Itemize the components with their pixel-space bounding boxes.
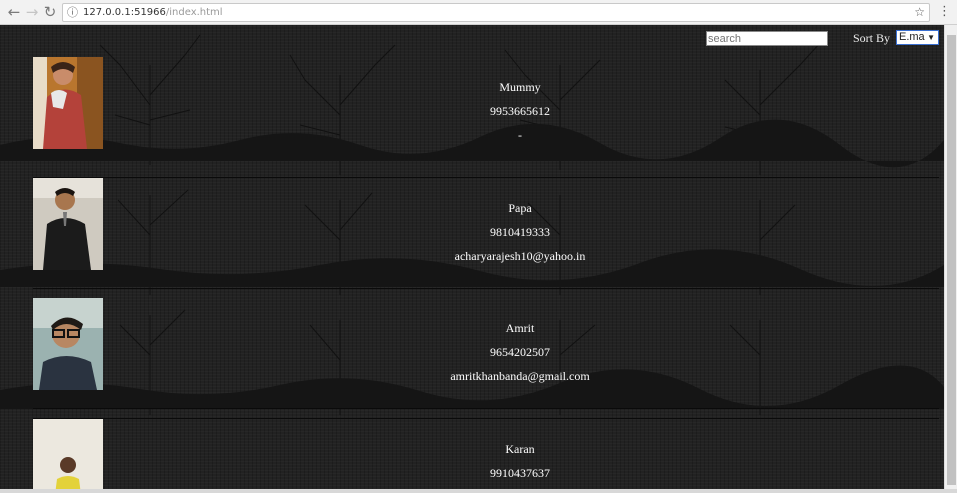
contact-email: amritkhanbanda@gmail.com	[450, 369, 590, 383]
contact-phone: 9810419333	[490, 225, 550, 239]
browser-toolbar: ← → ↻ ⓘ 127.0.0.1:51966/index.html ☆ ⋮	[0, 0, 957, 25]
page-info-icon[interactable]: ⓘ	[67, 4, 79, 21]
contact-photo	[33, 178, 103, 270]
divider	[33, 288, 939, 289]
contact-info: Amrit 9654202507 amritkhanbanda@gmail.co…	[330, 316, 710, 388]
divider	[33, 408, 939, 409]
url-host: 127.0.0.1:51966	[83, 7, 166, 18]
sort-select[interactable]: E.ma ▼	[896, 30, 939, 45]
contact-email: acharyarajesh10@yahoo.in	[454, 249, 586, 263]
contact-name: Amrit	[505, 321, 535, 335]
contact-name: Mummy	[499, 80, 541, 94]
vertical-scrollbar[interactable]	[944, 25, 957, 489]
address-bar[interactable]: ⓘ 127.0.0.1:51966/index.html ☆	[62, 3, 930, 22]
contact-name: Papa	[508, 201, 532, 215]
dropdown-arrow-icon: ▼	[927, 33, 935, 42]
contact-photo	[33, 419, 103, 489]
more-vert-icon[interactable]: ⋮	[938, 3, 951, 21]
taskbar-strip	[0, 489, 957, 493]
divider	[33, 418, 939, 419]
contact-photo	[33, 298, 103, 390]
back-icon[interactable]: ←	[5, 3, 23, 21]
contact-info: Karan 9910437637	[330, 437, 710, 489]
contact-photo	[33, 57, 103, 149]
page-viewport: Sort By E.ma ▼ Mummy 9953665612 -	[0, 25, 944, 489]
sort-select-value: E.ma	[899, 31, 925, 43]
contact-phone: 9654202507	[490, 345, 550, 359]
reload-icon[interactable]: ↻	[41, 3, 59, 21]
search-input[interactable]	[706, 31, 828, 46]
contact-phone: 9953665612	[490, 104, 550, 118]
divider	[33, 177, 939, 178]
contact-info: Mummy 9953665612 -	[330, 75, 710, 147]
star-icon[interactable]: ☆	[914, 4, 925, 21]
contact-email: -	[518, 128, 522, 142]
url-path: /index.html	[165, 7, 223, 18]
contact-name: Karan	[505, 442, 535, 456]
scrollbar-thumb[interactable]	[947, 35, 956, 485]
sort-by-label: Sort By	[853, 31, 891, 45]
contact-phone: 9910437637	[490, 466, 550, 480]
forward-icon[interactable]: →	[23, 3, 41, 21]
contact-info: Papa 9810419333 acharyarajesh10@yahoo.in	[330, 196, 710, 268]
